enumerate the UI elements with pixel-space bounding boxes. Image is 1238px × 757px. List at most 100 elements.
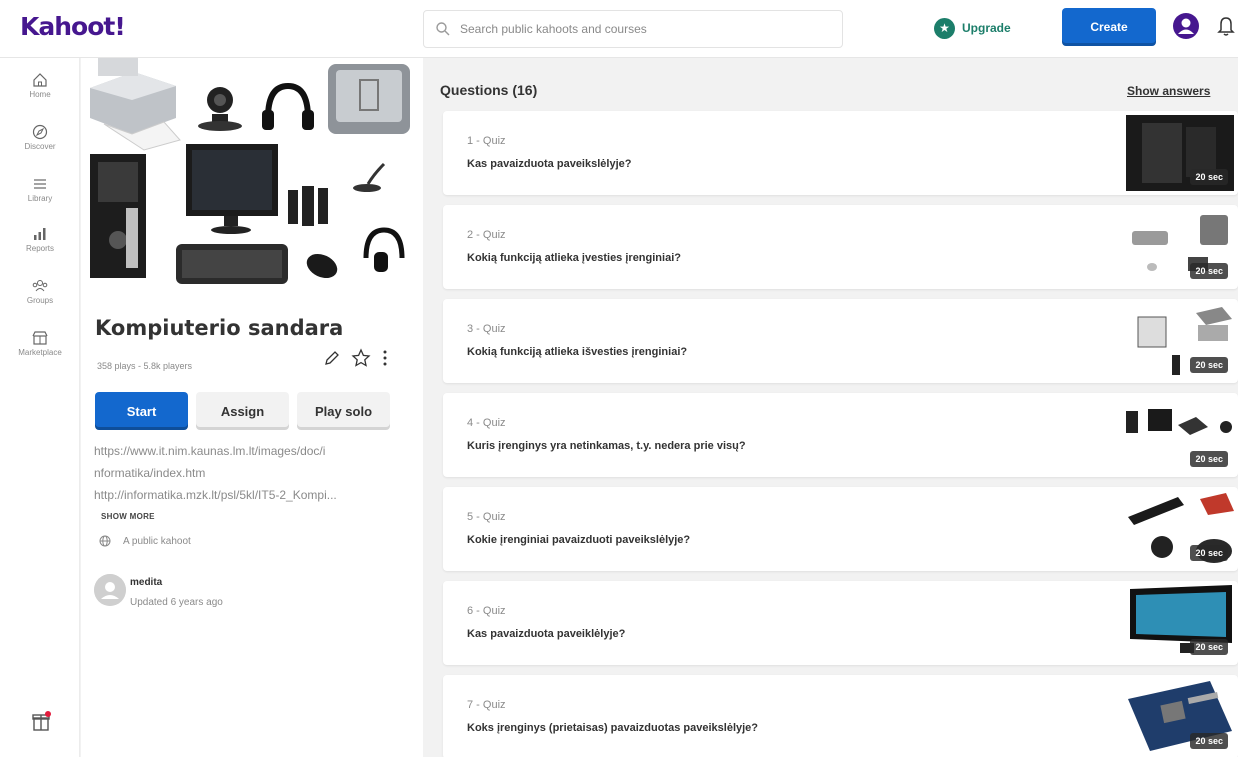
question-number: 5 - Quiz: [467, 511, 506, 523]
kahoot-actions: [323, 348, 389, 368]
top-bar: Kahoot! Search public kahoots and course…: [0, 0, 1238, 58]
kahoot-description: https://www.it.nim.kaunas.lm.lt/images/d…: [94, 440, 412, 506]
gift-icon[interactable]: [31, 710, 53, 732]
webcam-picture: [198, 87, 242, 131]
nav-item-discover[interactable]: Discover: [0, 124, 80, 151]
question-number: 6 - Quiz: [467, 605, 506, 617]
headset-picture: [363, 227, 405, 272]
question-thumbnail: 20 sec: [1122, 491, 1234, 567]
question-text: Koks įrenginys (prietaisas) pavaizduotas…: [467, 722, 759, 734]
nav-label: Groups: [26, 296, 54, 305]
store-icon: [32, 331, 48, 345]
monitor-picture: [186, 144, 278, 234]
user-avatar-icon[interactable]: [1172, 12, 1200, 40]
home-icon: [33, 73, 47, 87]
question-text: Kuris įrenginys yra netinkamas, t.y. ned…: [467, 440, 746, 452]
star-outline-icon[interactable]: [351, 348, 371, 368]
groups-icon: [32, 280, 48, 292]
question-text: Kokie įrenginiai pavaizduoti paveikslėly…: [467, 534, 691, 546]
question-number: 3 - Quiz: [467, 323, 506, 335]
question-text: Kas pavaizduota paveiklėlyje?: [467, 628, 626, 640]
show-answers-button[interactable]: Show answers: [1127, 84, 1210, 98]
nav-label: Reports: [25, 244, 54, 253]
time-limit-badge: 20 sec: [1190, 733, 1228, 749]
question-thumbnail: 20 sec: [1122, 115, 1234, 191]
play-solo-button[interactable]: Play solo: [297, 392, 390, 430]
question-number: 4 - Quiz: [467, 417, 506, 429]
upgrade-button[interactable]: ★ Upgrade: [934, 17, 1011, 39]
more-options-icon[interactable]: [381, 348, 389, 368]
creator-name[interactable]: medita: [130, 577, 162, 588]
question-card[interactable]: 1 - Quiz Kas pavaizduota paveikslėlyje? …: [443, 111, 1238, 195]
visibility-info: A public kahoot: [99, 535, 191, 547]
question-card[interactable]: 2 - Quiz Kokią funkciją atlieka įvesties…: [443, 205, 1238, 289]
kahoot-title: Kompiuterio sandara: [95, 316, 344, 340]
list-icon: [34, 179, 46, 189]
nav-label: Library: [27, 194, 53, 203]
question-text: Kokią funkciją atlieka išvesties įrengin…: [467, 346, 688, 358]
headphones-picture: [262, 82, 314, 130]
nav-item-home[interactable]: Home: [0, 72, 80, 99]
nav-item-marketplace[interactable]: Marketplace: [0, 330, 80, 357]
start-button[interactable]: Start: [95, 392, 188, 430]
updated-time: Updated 6 years ago: [130, 597, 223, 608]
show-more-link[interactable]: SHOW MORE: [101, 512, 155, 521]
visibility-label: A public kahoot: [123, 535, 191, 547]
question-number: 2 - Quiz: [467, 229, 506, 241]
time-limit-badge: 20 sec: [1190, 357, 1228, 373]
question-thumbnail: 20 sec: [1122, 209, 1234, 285]
time-limit-badge: 20 sec: [1190, 451, 1228, 467]
question-card[interactable]: 6 - Quiz Kas pavaizduota paveiklėlyje? 2…: [443, 581, 1238, 665]
creator-avatar[interactable]: [94, 574, 126, 606]
question-text: Kokią funkciją atlieka įvesties įrengini…: [467, 252, 681, 264]
question-card[interactable]: 3 - Quiz Kokią funkciją atlieka išvestie…: [443, 299, 1238, 383]
printer-picture: [90, 58, 181, 151]
time-limit-badge: 20 sec: [1190, 639, 1228, 655]
cover-image[interactable]: [84, 58, 414, 298]
question-number: 1 - Quiz: [467, 135, 506, 147]
question-thumbnail: 20 sec: [1122, 397, 1234, 473]
search-icon: [436, 22, 450, 36]
question-card[interactable]: 4 - Quiz Kuris įrenginys yra netinkamas,…: [443, 393, 1238, 477]
nav-label: Marketplace: [18, 348, 62, 357]
assign-button[interactable]: Assign: [196, 392, 289, 430]
description-line[interactable]: nformatika/index.htm: [94, 462, 412, 484]
nav-label: Discover: [24, 142, 56, 151]
question-card[interactable]: 5 - Quiz Kokie įrenginiai pavaizduoti pa…: [443, 487, 1238, 571]
description-line[interactable]: https://www.it.nim.kaunas.lm.lt/images/d…: [94, 440, 412, 462]
search-input[interactable]: Search public kahoots and courses: [423, 10, 843, 48]
bell-icon[interactable]: [1217, 14, 1235, 38]
mouse-picture: [306, 253, 338, 279]
time-limit-badge: 20 sec: [1190, 263, 1228, 279]
create-button[interactable]: Create: [1062, 8, 1156, 46]
scanner-picture: [328, 64, 410, 134]
nav-rail: Home Discover Library Reports Groups Mar…: [0, 58, 80, 757]
question-thumbnail: 20 sec: [1122, 585, 1234, 661]
microphone-picture: [353, 162, 386, 192]
time-limit-badge: 20 sec: [1190, 169, 1228, 185]
kahoot-stats: 358 plays - 5.8k players: [97, 361, 193, 371]
upgrade-label: Upgrade: [962, 21, 1011, 35]
question-card[interactable]: 7 - Quiz Koks įrenginys (prietaisas) pav…: [443, 675, 1238, 757]
nav-item-groups[interactable]: Groups: [0, 278, 80, 305]
question-thumbnail: 20 sec: [1122, 303, 1234, 379]
compass-icon: [32, 124, 48, 140]
pencil-icon[interactable]: [323, 349, 341, 367]
keyboard-picture: [176, 244, 288, 284]
search-placeholder: Search public kahoots and courses: [460, 22, 647, 36]
nav-item-library[interactable]: Library: [0, 176, 80, 203]
description-line[interactable]: http://informatika.mzk.lt/psl/5kl/IT5-2_…: [94, 484, 412, 506]
questions-header: Questions (16): [440, 82, 538, 98]
pc-tower-picture: [90, 154, 146, 278]
globe-icon: [99, 535, 111, 547]
nav-label: Home: [29, 90, 51, 99]
speakers-picture: [288, 186, 328, 226]
star-icon: ★: [934, 17, 955, 39]
question-number: 7 - Quiz: [467, 699, 506, 711]
time-limit-badge: 20 sec: [1190, 545, 1228, 561]
question-text: Kas pavaizduota paveikslėlyje?: [467, 158, 632, 170]
bar-chart-icon: [34, 228, 46, 240]
question-thumbnail: 20 sec: [1122, 679, 1234, 755]
nav-item-reports[interactable]: Reports: [0, 226, 80, 253]
kahoot-logo[interactable]: Kahoot!: [20, 12, 126, 41]
